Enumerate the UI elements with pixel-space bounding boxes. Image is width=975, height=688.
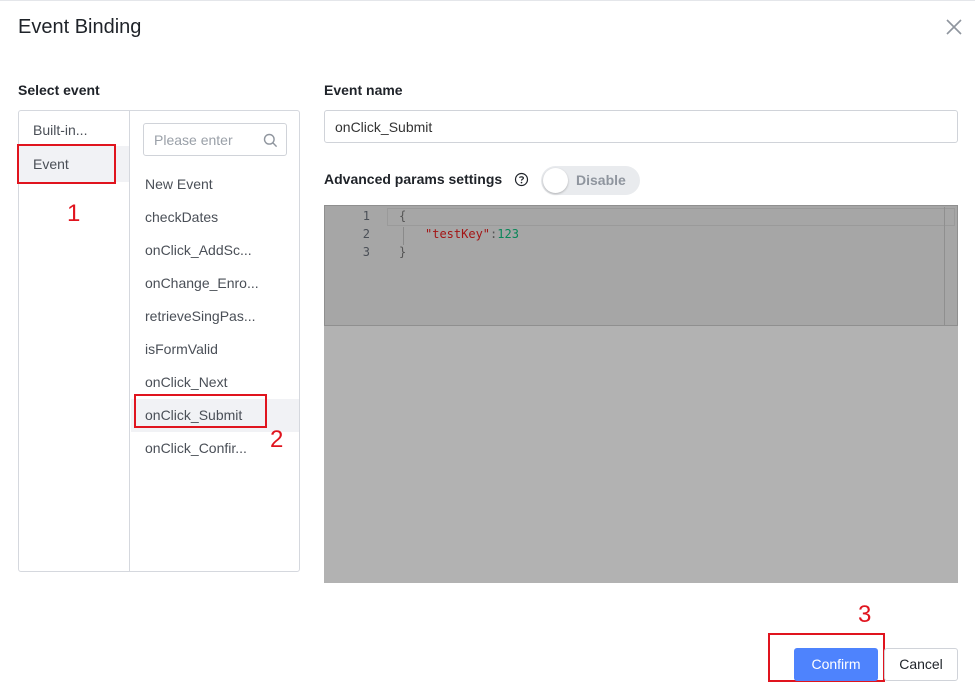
dialog-title: Event Binding xyxy=(18,16,142,38)
current-line-highlight xyxy=(387,208,955,226)
search-icon[interactable] xyxy=(263,133,278,148)
event-item-new-event[interactable]: New Event xyxy=(131,168,299,201)
event-item-isformvalid[interactable]: isFormValid xyxy=(131,333,299,366)
close-icon[interactable] xyxy=(943,16,965,38)
annotation-box-1 xyxy=(17,144,116,184)
line-number: 1 xyxy=(362,209,370,223)
search-input[interactable] xyxy=(144,124,262,155)
event-binding-dialog: Event Binding Select event Event name Bu… xyxy=(0,0,975,688)
category-item-built-in[interactable]: Built-in... xyxy=(19,112,129,148)
editor-content-area: 1 2 3 { "testKey":123 } xyxy=(324,205,958,326)
code-line: "testKey":123 xyxy=(425,227,519,241)
json-value: 123 xyxy=(497,227,519,241)
event-item-onchange-enro[interactable]: onChange_Enro... xyxy=(131,267,299,300)
line-number: 3 xyxy=(362,245,370,259)
code-line: } xyxy=(399,245,407,259)
line-number: 2 xyxy=(362,227,370,241)
annotation-number-2: 2 xyxy=(270,426,284,453)
event-name-input[interactable] xyxy=(324,110,958,143)
event-item-checkdates[interactable]: checkDates xyxy=(131,201,299,234)
annotation-box-2 xyxy=(134,394,267,428)
event-list: New Event checkDates onClick_AddSc... on… xyxy=(131,111,299,571)
annotation-number-1: 1 xyxy=(67,200,81,227)
toggle-knob xyxy=(543,168,568,193)
annotation-number-3: 3 xyxy=(858,601,872,628)
event-item-retrievesingpas[interactable]: retrieveSingPas... xyxy=(131,300,299,333)
params-code-editor[interactable]: 1 2 3 { "testKey":123 } xyxy=(324,205,958,583)
confirm-button[interactable]: Confirm xyxy=(794,648,878,681)
indent-guide xyxy=(403,227,404,245)
help-icon[interactable] xyxy=(514,172,529,187)
json-key: "testKey" xyxy=(425,227,491,241)
advanced-params-label: Advanced params settings xyxy=(324,171,503,187)
event-name-label: Event name xyxy=(324,82,403,98)
editor-scrollbar[interactable] xyxy=(944,207,945,325)
select-event-label: Select event xyxy=(18,82,100,98)
event-item-onclick-addsc[interactable]: onClick_AddSc... xyxy=(131,234,299,267)
advanced-params-toggle[interactable]: Disable xyxy=(541,166,640,195)
cancel-button[interactable]: Cancel xyxy=(884,648,958,681)
event-search xyxy=(143,123,287,156)
code-line: { xyxy=(399,209,407,223)
toggle-state-label: Disable xyxy=(576,172,626,188)
